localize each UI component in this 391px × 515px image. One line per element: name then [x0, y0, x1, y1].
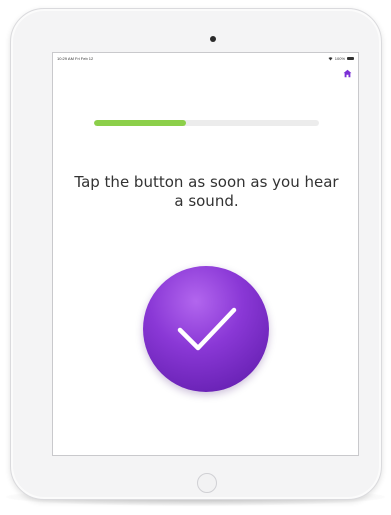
status-time-date: 10:29 AM Fri Feb 12 — [57, 56, 94, 61]
status-bar: 10:29 AM Fri Feb 12 100% — [53, 53, 358, 63]
progress-bar — [94, 120, 319, 126]
battery-icon — [347, 57, 354, 60]
tap-response-button[interactable] — [143, 266, 269, 392]
app-screenshot: 10:29 AM Fri Feb 12 100% Tap the button … — [0, 0, 391, 515]
front-camera — [210, 36, 216, 42]
instruction-text: Tap the button as soon as you hear a sou… — [74, 173, 339, 210]
app-screen: 10:29 AM Fri Feb 12 100% Tap the button … — [52, 52, 359, 456]
battery-percent: 100% — [334, 56, 345, 61]
home-icon[interactable] — [343, 69, 352, 78]
checkmark-icon — [177, 307, 237, 351]
wifi-icon — [328, 56, 333, 60]
device-home-button — [197, 473, 217, 493]
progress-bar-fill — [94, 120, 187, 126]
status-right: 100% — [328, 56, 354, 61]
